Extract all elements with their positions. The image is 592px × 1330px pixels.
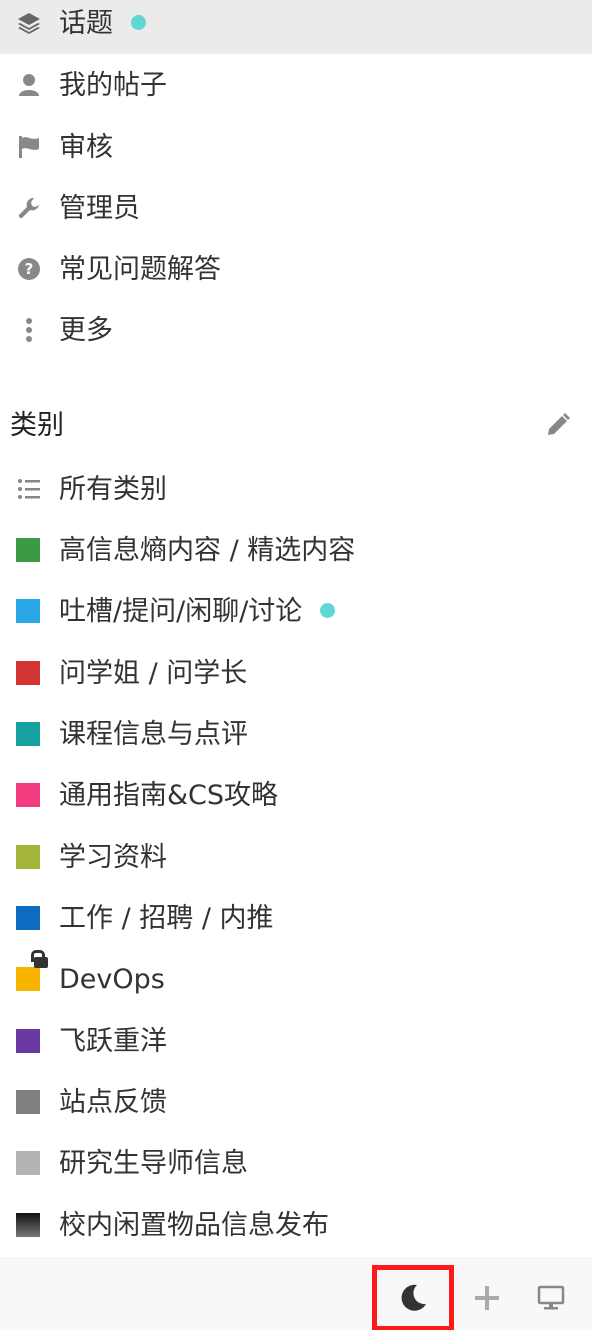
category-color-badge	[16, 783, 40, 807]
svg-text:?: ?	[25, 260, 34, 278]
category-label: 问学姐 / 问学长	[59, 658, 248, 689]
nav-item-label: 审核	[59, 132, 113, 163]
category-item[interactable]: 站点反馈	[0, 1071, 592, 1133]
category-label: 吐槽/提问/闲聊/讨论	[59, 596, 303, 627]
vertical-ellipsis-icon	[16, 317, 42, 343]
category-item[interactable]: 飞跃重洋	[0, 1010, 592, 1072]
category-item[interactable]: 工作 / 招聘 / 内推	[0, 887, 592, 949]
category-label: 学习资料	[59, 842, 167, 873]
category-label: 课程信息与点评	[59, 719, 248, 750]
nav-item-review[interactable]: 审核	[0, 116, 592, 178]
category-label: 通用指南&CS攻略	[59, 780, 279, 811]
category-color-badge	[16, 845, 40, 869]
nav-item-admin[interactable]: 管理员	[0, 177, 592, 239]
category-item[interactable]: 课程信息与点评	[0, 703, 592, 765]
pencil-icon[interactable]	[545, 412, 573, 440]
category-all[interactable]: 所有类别	[0, 458, 592, 520]
category-item[interactable]: DevOps	[0, 948, 592, 1010]
category-color-badge	[16, 599, 40, 623]
plus-icon	[474, 1285, 500, 1311]
sidebar-footer	[0, 1258, 592, 1330]
nav-item-label: 更多	[59, 315, 113, 346]
new-activity-dot	[131, 15, 146, 30]
category-label: 站点反馈	[59, 1087, 167, 1118]
nav-item-more[interactable]: 更多	[0, 299, 592, 361]
category-color-badge	[16, 1029, 40, 1053]
category-item[interactable]: 问学姐 / 问学长	[0, 642, 592, 704]
category-item[interactable]: 通用指南&CS攻略	[0, 764, 592, 826]
categories-header: 类别	[0, 398, 592, 458]
category-color-badge	[16, 906, 40, 930]
category-label: 工作 / 招聘 / 内推	[59, 903, 274, 934]
category-label: 校内闲置物品信息发布	[59, 1210, 329, 1241]
category-color-badge	[16, 538, 40, 562]
question-circle-icon: ?	[16, 256, 42, 282]
section-title: 类别	[10, 410, 64, 441]
category-label: 高信息熵内容 / 精选内容	[59, 535, 356, 566]
desktop-icon	[537, 1285, 565, 1311]
nav-item-label: 话题	[59, 8, 113, 39]
nav-item-my-posts[interactable]: 我的帖子	[0, 54, 592, 116]
new-activity-dot	[320, 603, 336, 618]
sidebar-menu: 话题 我的帖子 审核 管理员 ? 常见问题解答 更多 类别 所有类别 高信息熵内…	[0, 0, 592, 1330]
category-item[interactable]: 研究生导师信息	[0, 1132, 592, 1194]
category-label: DevOps	[59, 964, 165, 995]
lock-icon	[34, 957, 48, 971]
category-item[interactable]: 校内闲置物品信息发布	[0, 1194, 592, 1256]
dark-mode-toggle[interactable]	[372, 1265, 454, 1330]
category-label: 飞跃重洋	[59, 1026, 167, 1057]
category-item[interactable]: 学习资料	[0, 826, 592, 888]
layers-icon	[16, 10, 42, 36]
category-color-badge	[16, 1090, 40, 1114]
nav-item-label: 我的帖子	[59, 70, 167, 101]
category-item[interactable]: 高信息熵内容 / 精选内容	[0, 519, 592, 581]
nav-item-topics[interactable]: 话题	[0, 0, 592, 54]
add-button[interactable]	[456, 1267, 518, 1329]
nav-item-faq[interactable]: ? 常见问题解答	[0, 238, 592, 300]
nav-item-label: 常见问题解答	[59, 254, 221, 285]
category-item[interactable]: 吐槽/提问/闲聊/讨论	[0, 580, 592, 642]
category-color-badge	[16, 1151, 40, 1175]
moon-icon	[398, 1283, 428, 1313]
nav-item-label: 管理员	[59, 193, 140, 224]
category-label: 所有类别	[59, 474, 167, 505]
category-color-badge	[16, 722, 40, 746]
wrench-icon	[16, 195, 42, 221]
category-label: 研究生导师信息	[59, 1148, 248, 1179]
flag-icon	[16, 134, 42, 160]
desktop-view-button[interactable]	[520, 1267, 582, 1329]
user-icon	[16, 72, 42, 98]
category-color-badge	[16, 1213, 40, 1237]
list-icon	[16, 476, 42, 502]
category-color-badge	[16, 661, 40, 685]
